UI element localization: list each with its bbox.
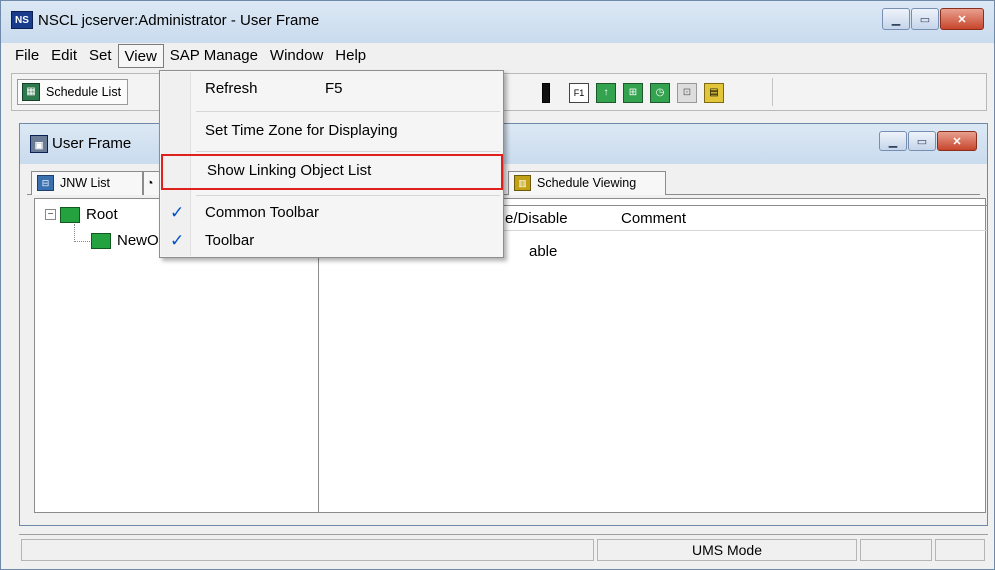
menu-separator xyxy=(196,151,500,152)
user-frame-icon: ▣ xyxy=(30,135,48,153)
toolbar-block-icon[interactable] xyxy=(542,83,550,103)
menu-set[interactable]: Set xyxy=(83,44,118,68)
child-maximize-button[interactable]: ▭ xyxy=(908,131,936,151)
network-list-icon: ⊟ xyxy=(37,175,54,191)
menu-sap-manage[interactable]: SAP Manage xyxy=(164,44,264,68)
title-bar: NS NSCL jcserver:Administrator - User Fr… xyxy=(1,1,994,43)
app-icon: NS xyxy=(11,11,33,29)
menu-window[interactable]: Window xyxy=(264,44,329,68)
menu-view[interactable]: View xyxy=(117,44,164,68)
menu-item-common-toolbar[interactable]: ✓ Common Toolbar xyxy=(162,199,500,227)
menu-item-label: Show Linking Object List xyxy=(207,162,372,179)
menu-bar: File Edit Set View SAP Manage Window Hel… xyxy=(9,44,372,70)
check-icon: ✓ xyxy=(170,203,185,222)
tab-schedule-viewing[interactable]: ▥ Schedule Viewing xyxy=(508,171,666,195)
tab-jnw-list[interactable]: ⊟ JNW List xyxy=(31,171,143,195)
menu-separator xyxy=(196,111,500,112)
check-icon: ✓ xyxy=(170,231,185,250)
schedule-list-label: Schedule List xyxy=(46,85,122,99)
toolbar-separator xyxy=(772,78,773,106)
menu-item-set-time-zone[interactable]: Set Time Zone for Displaying xyxy=(162,117,500,145)
close-button[interactable]: ✕ xyxy=(940,8,984,30)
tree-node-child[interactable]: NewO xyxy=(91,232,159,249)
status-cell-2 xyxy=(860,539,932,561)
menu-item-toolbar[interactable]: ✓ Toolbar xyxy=(162,227,500,255)
status-cell-3 xyxy=(935,539,985,561)
collapse-icon[interactable]: − xyxy=(45,209,56,220)
menu-item-show-linking-object-list[interactable]: Show Linking Object List xyxy=(161,154,503,190)
calendar-icon: ▥ xyxy=(514,175,531,191)
status-mode: UMS Mode xyxy=(597,539,857,561)
root-folder-icon xyxy=(60,206,80,223)
clock-icon: ◔ xyxy=(146,176,154,190)
menu-item-label: Set Time Zone for Displaying xyxy=(205,122,398,139)
tree-node-root[interactable]: − Root xyxy=(45,206,118,223)
menu-item-label: Common Toolbar xyxy=(205,204,319,221)
tree-node-label: Root xyxy=(86,206,118,223)
list-row-status[interactable]: able xyxy=(529,243,557,260)
f1-help-icon[interactable]: F1 xyxy=(569,83,589,103)
menu-item-label: Toolbar xyxy=(205,232,255,249)
child-close-button[interactable]: ✕ xyxy=(937,131,977,151)
folder-up-icon[interactable]: ↑ xyxy=(596,83,616,103)
menu-edit[interactable]: Edit xyxy=(45,44,83,68)
menu-item-label: Refresh xyxy=(205,80,258,97)
toolbar-icon-group: F1 ↑ ⊞ ◷ ⊡ ▤ xyxy=(542,83,724,103)
shortcut-label: F5 xyxy=(325,80,343,97)
child-window-title: User Frame xyxy=(52,135,132,152)
tree-connector xyxy=(74,224,90,242)
column-comment[interactable]: Comment xyxy=(621,210,686,227)
status-cell-main xyxy=(21,539,594,561)
tab-label: Schedule Viewing xyxy=(537,176,637,190)
child-minimize-button[interactable]: ▁ xyxy=(879,131,907,151)
schedule-list-button[interactable]: ▦ Schedule List xyxy=(17,79,129,105)
group-folder-icon xyxy=(91,232,111,249)
schedule-list-icon: ▦ xyxy=(22,83,40,101)
disabled-tool-icon[interactable]: ⊡ xyxy=(677,83,697,103)
menu-help[interactable]: Help xyxy=(329,44,372,68)
child-caption-buttons: ▁ ▭ ✕ xyxy=(878,131,977,151)
menu-separator xyxy=(196,195,500,196)
menu-item-refresh[interactable]: Refresh F5 xyxy=(162,75,500,103)
window-title: NSCL jcserver:Administrator - User Frame xyxy=(38,12,320,29)
minimize-button[interactable]: ▁ xyxy=(882,8,910,30)
status-bar: UMS Mode xyxy=(19,534,988,564)
tab-label: JNW List xyxy=(60,176,110,190)
menu-file[interactable]: File xyxy=(9,44,45,68)
main-window: NS NSCL jcserver:Administrator - User Fr… xyxy=(0,0,995,570)
maximize-button[interactable]: ▭ xyxy=(911,8,939,30)
tree-node-label: NewO xyxy=(117,232,159,249)
view-dropdown-menu: Refresh F5 Set Time Zone for Displaying … xyxy=(159,70,504,258)
schedule-icon[interactable]: ◷ xyxy=(650,83,670,103)
caption-buttons: ▁ ▭ ✕ xyxy=(881,8,984,30)
job-calendar-icon[interactable]: ▤ xyxy=(704,83,724,103)
folder-tree-icon[interactable]: ⊞ xyxy=(623,83,643,103)
